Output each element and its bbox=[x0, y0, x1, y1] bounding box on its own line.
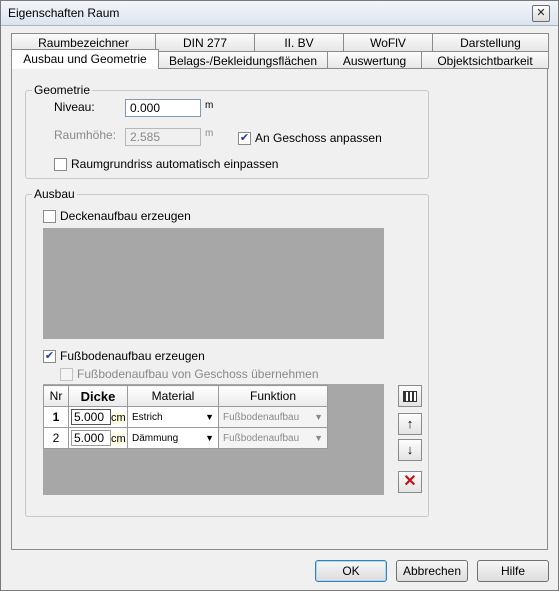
ausbau-legend: Ausbau bbox=[34, 187, 75, 201]
dicke-value[interactable]: 5.000 bbox=[71, 430, 111, 446]
delete-layer-button[interactable]: ✕ bbox=[398, 471, 422, 493]
raumhoehe-unit: m bbox=[205, 128, 214, 139]
header-dicke[interactable]: Dicke bbox=[68, 385, 128, 407]
dicke-cell[interactable]: 5.000 cm bbox=[68, 406, 128, 428]
tab-objektsichtbarkeit[interactable]: Objektsichtbarkeit bbox=[421, 51, 549, 69]
move-up-button[interactable]: ↑ bbox=[398, 413, 422, 435]
material-cell[interactable]: Estrich ▼ bbox=[127, 406, 219, 428]
dicke-unit: cm bbox=[111, 412, 126, 424]
window-title: Eigenschaften Raum bbox=[8, 6, 120, 20]
move-down-button[interactable]: ↓ bbox=[398, 439, 422, 461]
material-value: Dämmung bbox=[132, 432, 179, 444]
row-nr: 1 bbox=[43, 406, 69, 428]
header-funktion[interactable]: Funktion bbox=[218, 385, 328, 407]
funktion-value: Fußbodenaufbau bbox=[223, 411, 300, 423]
niveau-label: Niveau: bbox=[54, 100, 95, 114]
chevron-down-icon[interactable]: ▼ bbox=[314, 412, 323, 422]
material-cell[interactable]: Dämmung ▼ bbox=[127, 427, 219, 449]
close-icon: ✕ bbox=[536, 7, 546, 19]
dicke-value[interactable]: 5.000 bbox=[71, 409, 111, 425]
tab-ausbau-geometrie[interactable]: Ausbau und Geometrie bbox=[11, 49, 159, 69]
ok-button[interactable]: OK bbox=[315, 560, 387, 582]
arrow-down-icon: ↓ bbox=[406, 442, 414, 457]
chevron-down-icon[interactable]: ▼ bbox=[205, 412, 214, 422]
cancel-button[interactable]: Abbrechen bbox=[396, 560, 468, 582]
layer-table: Nr Dicke Material Funktion 1 5.000 cm Est… bbox=[43, 385, 328, 449]
an-geschoss-checkbox[interactable]: ✔ bbox=[238, 132, 251, 145]
funktion-value: Fußbodenaufbau bbox=[223, 432, 300, 444]
an-geschoss-label: An Geschoss anpassen bbox=[255, 131, 382, 145]
arrow-up-icon: ↑ bbox=[406, 416, 414, 431]
table-row[interactable]: 1 5.000 cm Estrich ▼ Fußbodenaufbau ▼ bbox=[43, 406, 328, 428]
tab-ii-bv[interactable]: II. BV bbox=[254, 33, 344, 51]
funktion-cell[interactable]: Fußbodenaufbau ▼ bbox=[218, 406, 328, 428]
fussboden-geschoss-label: Fußbodenaufbau von Geschoss übernehmen bbox=[77, 367, 319, 381]
help-button[interactable]: Hilfe bbox=[477, 560, 549, 582]
tab-panel: Geometrie Niveau: m Raumhöhe: m ✔ An Ges… bbox=[11, 68, 548, 550]
dicke-cell[interactable]: 5.000 cm bbox=[68, 427, 128, 449]
fussboden-geschoss-checkbox[interactable] bbox=[60, 368, 73, 381]
raumgrundriss-label: Raumgrundriss automatisch einpassen bbox=[71, 157, 279, 171]
insert-row-icon bbox=[403, 391, 417, 402]
check-icon: ✔ bbox=[239, 132, 250, 144]
table-row[interactable]: 2 5.000 cm Dämmung ▼ Fußbodenaufbau ▼ bbox=[43, 427, 328, 449]
fussbodenaufbau-checkbox[interactable]: ✔ bbox=[43, 350, 56, 363]
niveau-input[interactable] bbox=[125, 99, 201, 117]
raumhoehe-input[interactable] bbox=[125, 128, 201, 146]
raumhoehe-label: Raumhöhe: bbox=[54, 128, 117, 142]
tab-din277[interactable]: DIN 277 bbox=[155, 33, 255, 51]
chevron-down-icon[interactable]: ▼ bbox=[314, 433, 323, 443]
deckenaufbau-checkbox[interactable] bbox=[43, 210, 56, 223]
header-material[interactable]: Material bbox=[127, 385, 219, 407]
tab-belags-bekleidungsflaechen[interactable]: Belags-/Bekleidungsflächen bbox=[158, 51, 328, 69]
tab-darstellung[interactable]: Darstellung bbox=[432, 33, 549, 51]
material-value: Estrich bbox=[132, 411, 163, 423]
fussbodenaufbau-label: Fußbodenaufbau erzeugen bbox=[60, 349, 205, 363]
decken-layer-area bbox=[43, 228, 384, 339]
raumgrundriss-checkbox[interactable] bbox=[54, 158, 67, 171]
close-button[interactable]: ✕ bbox=[532, 5, 550, 22]
dialog-window: Eigenschaften Raum ✕ Raumbezeichner DIN … bbox=[0, 0, 559, 591]
check-icon: ✔ bbox=[44, 350, 55, 362]
funktion-cell[interactable]: Fußbodenaufbau ▼ bbox=[218, 427, 328, 449]
dicke-unit: cm bbox=[111, 433, 126, 445]
insert-layer-button[interactable] bbox=[398, 385, 422, 407]
delete-icon: ✕ bbox=[403, 473, 417, 490]
tab-woflv[interactable]: WoFlV bbox=[343, 33, 433, 51]
deckenaufbau-label: Deckenaufbau erzeugen bbox=[60, 209, 191, 223]
niveau-unit: m bbox=[205, 100, 214, 111]
title-bar: Eigenschaften Raum ✕ bbox=[1, 1, 558, 26]
header-nr: Nr bbox=[43, 385, 69, 407]
geometrie-legend: Geometrie bbox=[34, 83, 91, 97]
chevron-down-icon[interactable]: ▼ bbox=[205, 433, 214, 443]
row-nr: 2 bbox=[43, 427, 69, 449]
tab-auswertung[interactable]: Auswertung bbox=[327, 51, 422, 69]
